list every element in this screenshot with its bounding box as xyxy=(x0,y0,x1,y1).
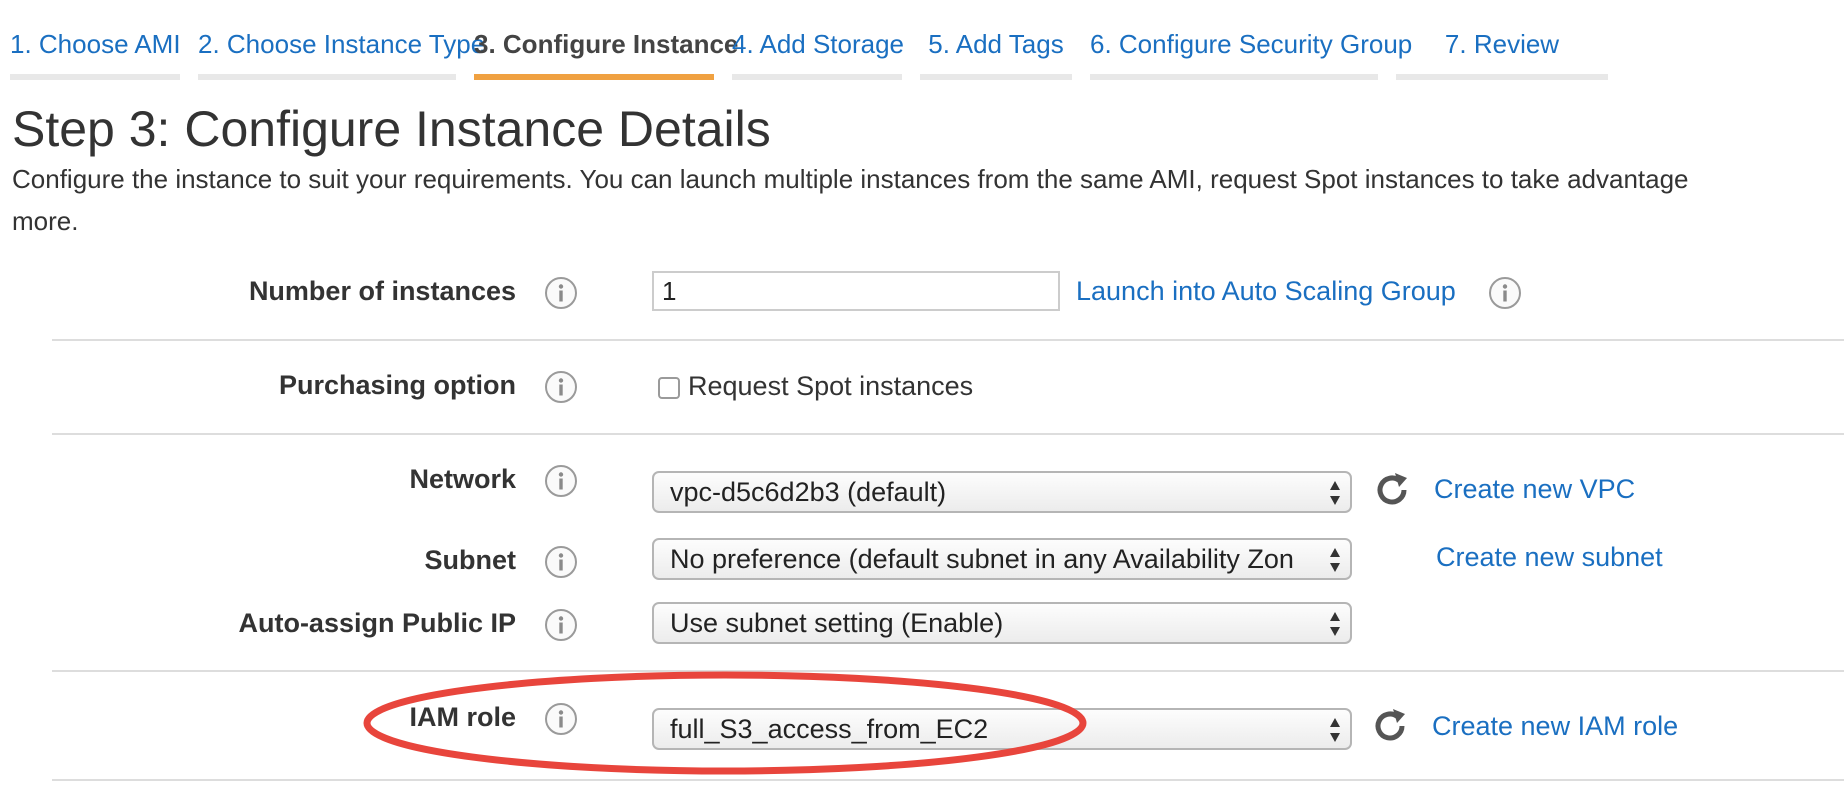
divider xyxy=(52,779,1844,781)
info-icon[interactable] xyxy=(544,608,578,642)
divider xyxy=(52,339,1844,341)
iam-role-selected-value: full_S3_access_from_EC2 xyxy=(670,714,989,744)
subnet-label: Subnet xyxy=(424,545,517,575)
tab-review[interactable]: 7. Review xyxy=(1396,0,1608,80)
auto-assign-public-ip-label: Auto-assign Public IP xyxy=(238,608,516,638)
info-icon[interactable] xyxy=(544,545,578,579)
create-new-vpc-link[interactable]: Create new VPC xyxy=(1434,474,1635,505)
page-description: Configure the instance to suit your requ… xyxy=(12,158,1832,242)
purchasing-option-label: Purchasing option xyxy=(278,370,516,400)
subnet-selected-value: No preference (default subnet in any Ava… xyxy=(670,544,1294,574)
description-line-2: more. xyxy=(12,206,79,236)
info-icon[interactable] xyxy=(544,276,578,310)
auto-assign-public-ip-selected-value: Use subnet setting (Enable) xyxy=(670,608,1004,638)
tab-add-tags[interactable]: 5. Add Tags xyxy=(920,0,1072,80)
divider xyxy=(52,670,1844,672)
description-line-1: Configure the instance to suit your requ… xyxy=(12,164,1689,194)
request-spot-label[interactable]: Request Spot instances xyxy=(688,371,973,402)
info-icon[interactable] xyxy=(544,702,578,736)
select-arrows-icon xyxy=(1330,481,1340,505)
divider xyxy=(52,433,1844,435)
select-arrows-icon xyxy=(1330,718,1340,742)
wizard-steps: 1. Choose AMI 2. Choose Instance Type 3.… xyxy=(0,0,1844,80)
network-selected-value: vpc-d5c6d2b3 (default) xyxy=(670,477,947,507)
auto-assign-public-ip-select[interactable]: Use subnet setting (Enable) xyxy=(652,602,1352,644)
refresh-icon[interactable] xyxy=(1372,470,1412,510)
tab-configure-security-group[interactable]: 6. Configure Security Group xyxy=(1090,0,1412,80)
number-of-instances-label: Number of instances xyxy=(248,276,516,306)
select-arrows-icon xyxy=(1330,548,1340,572)
create-new-iam-role-link[interactable]: Create new IAM role xyxy=(1432,711,1678,742)
number-of-instances-input[interactable] xyxy=(652,271,1060,311)
subnet-select[interactable]: No preference (default subnet in any Ava… xyxy=(652,538,1352,580)
tab-add-storage[interactable]: 4. Add Storage xyxy=(732,0,904,80)
create-new-subnet-link[interactable]: Create new subnet xyxy=(1436,542,1663,573)
tab-configure-instance[interactable]: 3. Configure Instance xyxy=(474,0,738,80)
tab-choose-ami[interactable]: 1. Choose AMI xyxy=(10,0,181,80)
info-icon[interactable] xyxy=(544,464,578,498)
network-label: Network xyxy=(409,464,516,494)
tab-choose-instance-type[interactable]: 2. Choose Instance Type xyxy=(198,0,485,80)
info-icon[interactable] xyxy=(1488,276,1522,310)
iam-role-select[interactable]: full_S3_access_from_EC2 xyxy=(652,708,1352,750)
page-title: Step 3: Configure Instance Details xyxy=(12,101,771,157)
info-icon[interactable] xyxy=(544,370,578,404)
iam-role-label: IAM role xyxy=(409,702,516,732)
select-arrows-icon xyxy=(1330,612,1340,636)
network-select[interactable]: vpc-d5c6d2b3 (default) xyxy=(652,471,1352,513)
refresh-icon[interactable] xyxy=(1370,706,1410,746)
request-spot-checkbox[interactable] xyxy=(658,377,680,399)
launch-auto-scaling-link[interactable]: Launch into Auto Scaling Group xyxy=(1076,276,1456,307)
